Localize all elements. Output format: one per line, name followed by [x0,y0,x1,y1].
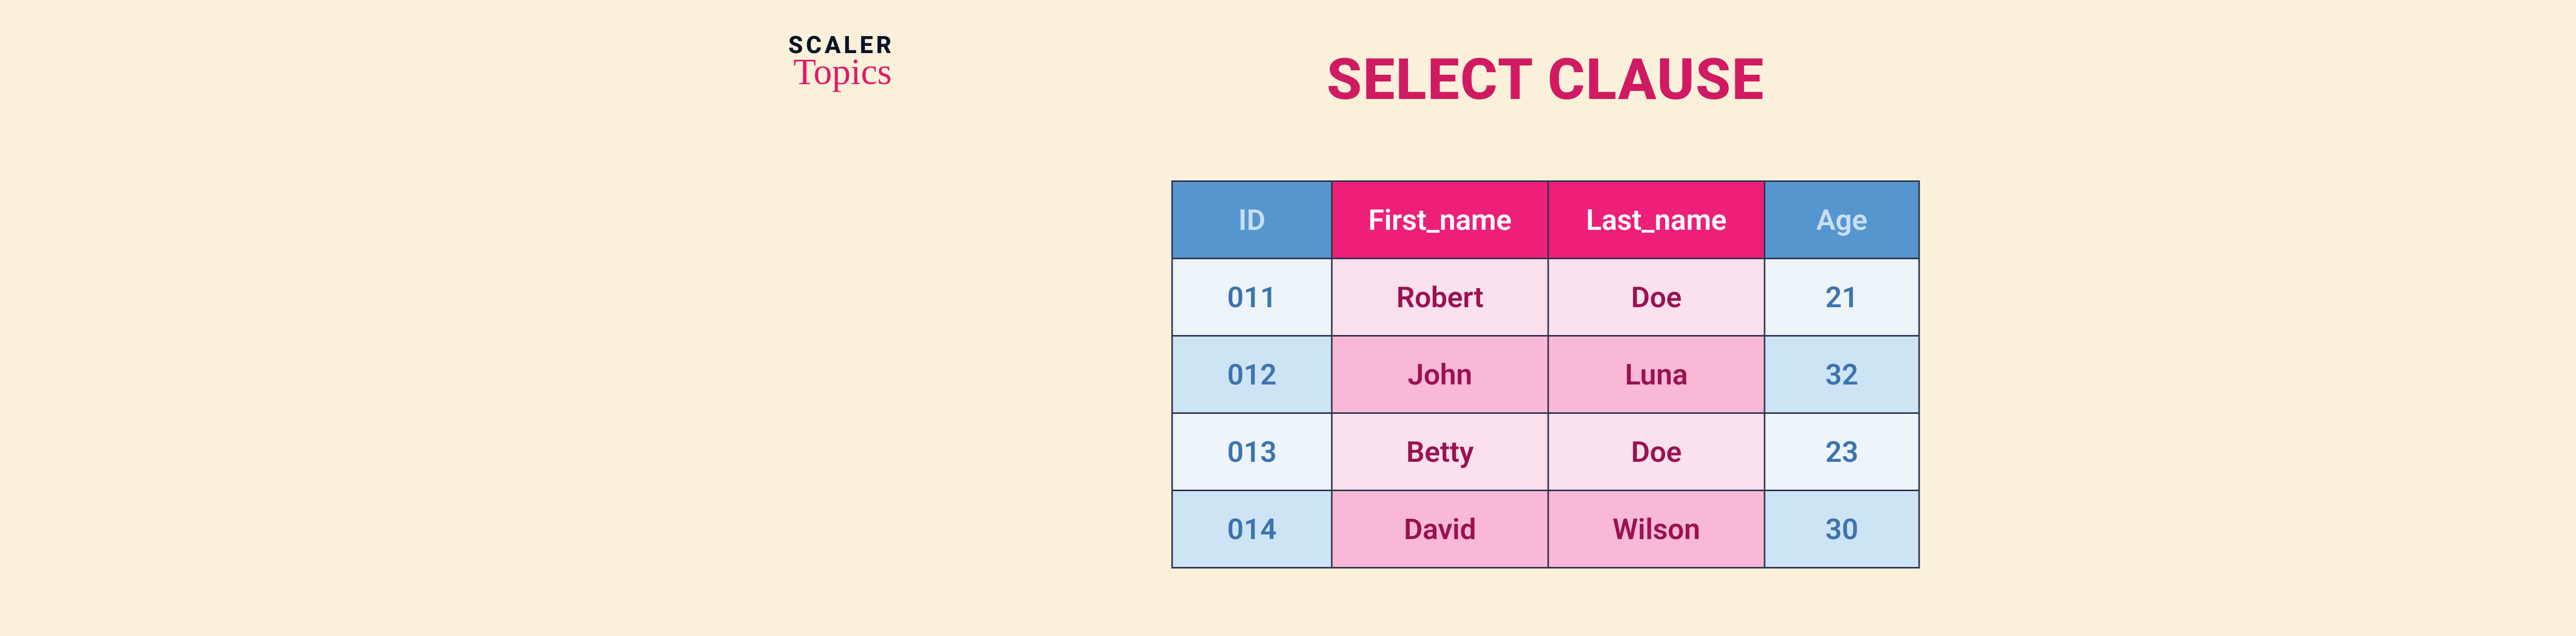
cell-first-name: David [1332,491,1548,568]
cell-last-name: Luna [1548,336,1765,413]
cell-age: 23 [1765,413,1919,491]
header-age: Age [1765,181,1919,259]
cell-age: 30 [1765,491,1919,568]
cell-id: 014 [1172,491,1332,568]
table-row: 014 David Wilson 30 [1172,491,1919,568]
header-id: ID [1172,181,1332,259]
cell-id: 011 [1172,259,1332,336]
data-table: ID First_name Last_name Age 011 Robert D… [1172,180,1920,568]
cell-age: 32 [1765,336,1919,413]
logo: SCALER Topics [788,34,894,89]
cell-first-name: Betty [1332,413,1548,491]
cell-last-name: Doe [1548,413,1765,491]
table-row: 012 John Luna 32 [1172,336,1919,413]
table-row: 011 Robert Doe 21 [1172,259,1919,336]
logo-topics: Topics [793,55,894,89]
cell-id: 013 [1172,413,1332,491]
header-last-name: Last_name [1548,181,1765,259]
cell-last-name: Doe [1548,259,1765,336]
cell-first-name: Robert [1332,259,1548,336]
cell-first-name: John [1332,336,1548,413]
page-title: SELECT CLAUSE [1327,46,1765,113]
cell-id: 012 [1172,336,1332,413]
cell-age: 21 [1765,259,1919,336]
table-row: 013 Betty Doe 23 [1172,413,1919,491]
table-container: ID First_name Last_name Age 011 Robert D… [1172,180,1920,568]
header-first-name: First_name [1332,181,1548,259]
cell-last-name: Wilson [1548,491,1765,568]
table-header-row: ID First_name Last_name Age [1172,181,1919,259]
